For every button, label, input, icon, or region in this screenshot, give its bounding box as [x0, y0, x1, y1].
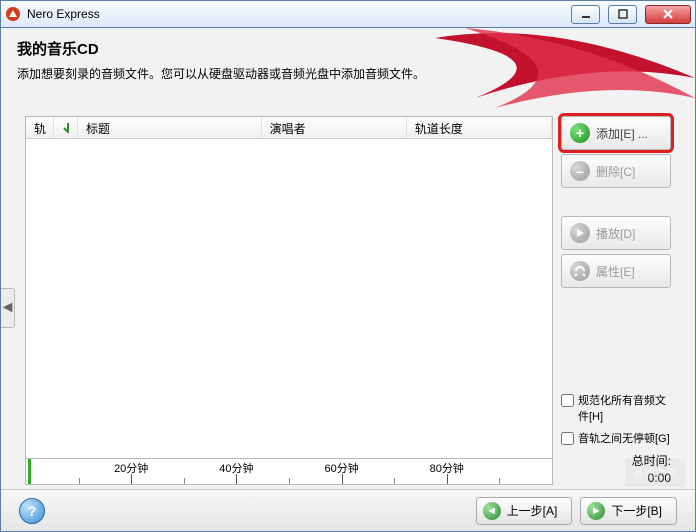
page-header: 我的音乐CD 添加想要刻录的音频文件。您可以从硬盘驱动器或音频光盘中添加音频文件… — [1, 28, 695, 90]
window-body: 我的音乐CD 添加想要刻录的音频文件。您可以从硬盘驱动器或音频光盘中添加音频文件… — [0, 28, 696, 532]
nogap-checkbox[interactable] — [561, 432, 574, 445]
add-label: 添加[E] ... — [596, 125, 648, 142]
app-icon — [5, 6, 21, 22]
next-label: 下一步[B] — [611, 502, 662, 519]
footer: ? ◄ 上一步[A] ► 下一步[B] — [1, 489, 695, 531]
expand-panel-handle[interactable]: ◄ — [1, 288, 15, 328]
ruler-marker — [28, 459, 31, 484]
app-title: Nero Express — [27, 7, 100, 21]
options-checks: 规范化所有音频文件[H] 音轨之间无停顿[G] 总时间: 0:00 — [561, 392, 671, 485]
total-time-label: 总时间: — [561, 452, 671, 469]
ruler-label-40: 40分钟 — [219, 460, 253, 476]
total-time: 总时间: 0:00 — [561, 452, 671, 485]
col-length[interactable]: 轨道长度 — [407, 117, 552, 138]
minimize-button[interactable] — [571, 5, 600, 24]
play-label: 播放[D] — [596, 225, 635, 242]
list-rows[interactable] — [26, 139, 552, 458]
delete-button[interactable]: – 删除[C] — [561, 154, 671, 188]
list-header: 轨 标题 演唱者 轨道长度 — [26, 117, 552, 139]
total-time-value: 0:00 — [561, 471, 671, 485]
properties-icon — [570, 261, 590, 281]
time-ruler: 20分钟 40分钟 60分钟 80分钟 — [25, 459, 553, 485]
nogap-check[interactable]: 音轨之间无停顿[G] — [561, 430, 671, 446]
ruler-label-60: 60分钟 — [324, 460, 358, 476]
side-panel: + 添加[E] ... – 删除[C] 播放[D] 属性[E] 规范化所有音频文… — [561, 116, 671, 485]
next-button[interactable]: ► 下一步[B] — [580, 497, 677, 525]
arrow-left-icon: ◄ — [483, 502, 501, 520]
ruler-label-20: 20分钟 — [114, 460, 148, 476]
page-description: 添加想要刻录的音频文件。您可以从硬盘驱动器或音频光盘中添加音频文件。 — [17, 65, 679, 82]
play-button[interactable]: 播放[D] — [561, 216, 671, 250]
close-button[interactable] — [645, 5, 691, 24]
titlebar: Nero Express — [0, 0, 696, 28]
back-button[interactable]: ◄ 上一步[A] — [476, 497, 573, 525]
page-title: 我的音乐CD — [17, 38, 679, 59]
col-artist[interactable]: 演唱者 — [262, 117, 407, 138]
help-button[interactable]: ? — [19, 498, 45, 524]
add-button[interactable]: + 添加[E] ... — [561, 116, 671, 150]
col-track-number[interactable]: 轨 — [26, 117, 54, 138]
col-status-icon[interactable] — [54, 117, 78, 138]
back-label: 上一步[A] — [507, 502, 558, 519]
arrow-down-icon — [62, 122, 69, 134]
nogap-label: 音轨之间无停顿[G] — [578, 430, 670, 446]
properties-label: 属性[E] — [596, 263, 635, 280]
normalize-checkbox[interactable] — [561, 394, 574, 407]
col-title[interactable]: 标题 — [78, 117, 262, 138]
track-list[interactable]: 轨 标题 演唱者 轨道长度 — [25, 116, 553, 459]
minus-icon: – — [570, 161, 590, 181]
normalize-check[interactable]: 规范化所有音频文件[H] — [561, 392, 671, 424]
properties-button[interactable]: 属性[E] — [561, 254, 671, 288]
delete-label: 删除[C] — [596, 163, 635, 180]
ruler-label-80: 80分钟 — [430, 460, 464, 476]
arrow-right-icon: ► — [587, 502, 605, 520]
plus-icon: + — [570, 123, 590, 143]
track-list-area: 轨 标题 演唱者 轨道长度 20分钟 — [25, 116, 553, 485]
play-icon — [570, 223, 590, 243]
normalize-label: 规范化所有音频文件[H] — [578, 392, 671, 424]
maximize-button[interactable] — [608, 5, 637, 24]
